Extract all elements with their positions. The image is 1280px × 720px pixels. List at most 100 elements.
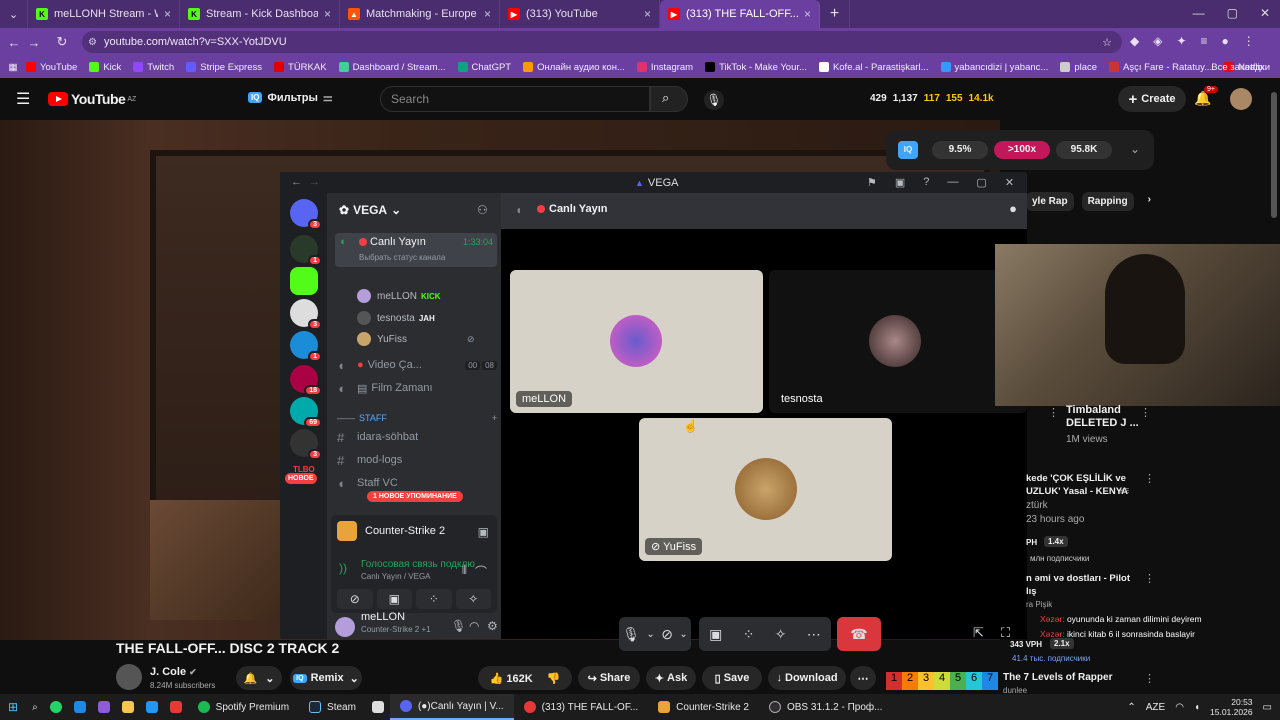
- more-vert-icon[interactable]: ⋮: [1048, 406, 1059, 419]
- more-actions-button[interactable]: ⋯: [850, 666, 876, 690]
- mic-icon[interactable]: 🎙: [704, 90, 724, 110]
- close-icon[interactable]: ×: [804, 7, 811, 21]
- help-icon[interactable]: ?: [923, 176, 929, 189]
- maximize-icon[interactable]: ▢: [976, 176, 986, 189]
- bookmark-audio[interactable]: Онлайн аудио кон...: [523, 62, 625, 73]
- server-header[interactable]: ✿ VEGA ⌄: [339, 203, 401, 217]
- browser-tab-4[interactable]: ▶ (313) YouTube ×: [500, 0, 660, 28]
- channel-staff-vc[interactable]: ◖ Staff VC: [337, 473, 497, 493]
- voice-user-tesnosta[interactable]: tesnosta JAH: [357, 309, 435, 327]
- server-6[interactable]: 69: [290, 397, 322, 428]
- search-icon[interactable]: ⌕: [26, 694, 44, 720]
- download-button[interactable]: ↓ Download: [768, 666, 846, 690]
- bookmark-chatgpt[interactable]: ChatGPT: [457, 62, 511, 73]
- bookmark-yabanci[interactable]: yabancıdizi | yabanc...: [940, 62, 1048, 73]
- bookmark-tiktok[interactable]: TikTok - Make Your...: [705, 62, 807, 73]
- noise-icon[interactable]: ⦀: [462, 563, 467, 578]
- more-vert-icon[interactable]: ⋮: [1140, 406, 1151, 419]
- browser-tab-3[interactable]: ▲Matchmaking - Europe 5v5 Qu×: [340, 0, 500, 28]
- mention-badge[interactable]: 1 НОВОЕ УПОМИНАНИЕ: [367, 491, 463, 502]
- video-tile-tesnosta[interactable]: tesnosta: [769, 270, 1027, 413]
- folder-icon[interactable]: [116, 694, 140, 720]
- more-icon[interactable]: ⋯: [807, 626, 821, 643]
- save-button[interactable]: ▯ Save: [702, 666, 762, 690]
- ask-button[interactable]: ✦ Ask: [646, 666, 696, 690]
- reload-icon[interactable]: ↻: [52, 34, 72, 50]
- channel-canli-yayin[interactable]: ◖ Canlı Yayın 1:33:04 Выбрать статус кан…: [335, 233, 497, 267]
- puzzle-icon[interactable]: ✦: [1176, 34, 1186, 48]
- filter-button[interactable]: IQ Фильтры ⚌: [248, 91, 333, 104]
- chip-2[interactable]: Rapping: [1081, 192, 1134, 211]
- store-icon[interactable]: [140, 694, 164, 720]
- bookmark-dashboard[interactable]: Dashboard / Stream...: [338, 62, 446, 73]
- popout-icon[interactable]: ⇱: [973, 625, 984, 641]
- taskbar-steam[interactable]: Steam: [299, 694, 366, 720]
- menu-icon[interactable]: ⋮: [1243, 34, 1255, 48]
- explorer-icon[interactable]: [68, 694, 92, 720]
- forward-icon[interactable]: →: [24, 35, 44, 50]
- soundboard-icon[interactable]: ✧: [455, 589, 491, 609]
- youtube-logo[interactable]: YouTube AZ: [48, 91, 136, 107]
- bookmark-star-icon[interactable]: ☆: [1102, 36, 1112, 49]
- whatsapp-icon[interactable]: [44, 694, 68, 720]
- bookmark-turkak[interactable]: TÜRKAK: [274, 62, 327, 73]
- all-bookmarks[interactable]: Все закладки: [1211, 62, 1270, 73]
- chevron-down-icon[interactable]: ⌄: [646, 629, 654, 640]
- mic-icon[interactable]: 🎙: [622, 626, 640, 643]
- chevron-up-icon[interactable]: ⌃: [1127, 702, 1135, 713]
- bookmark-twitch[interactable]: Twitch: [133, 62, 174, 73]
- profile-avatar[interactable]: ●: [1222, 34, 1229, 48]
- browser-tab-2[interactable]: K Stream - Kick Dashboard ×: [180, 0, 340, 28]
- close-icon[interactable]: ×: [644, 7, 651, 21]
- pin-icon[interactable]: ⚑: [867, 176, 877, 189]
- voice-user-yufiss[interactable]: YuFiss ⊘: [357, 330, 475, 348]
- chevron-down-icon[interactable]: ⌄: [679, 629, 687, 640]
- screen-icon[interactable]: ▣: [895, 176, 905, 189]
- server-4[interactable]: 1: [290, 331, 322, 362]
- dislike-button[interactable]: 👎: [547, 672, 561, 685]
- chevron-right-icon[interactable]: ›: [1142, 192, 1157, 211]
- discord-home-icon[interactable]: 3: [290, 199, 322, 230]
- category-staff[interactable]: —— STAFF +: [337, 408, 497, 428]
- taskbar-chrome[interactable]: (313) THE FALL-OF...: [514, 694, 649, 720]
- new-badge[interactable]: НОВОЕ: [285, 473, 317, 484]
- recorder-icon[interactable]: [164, 694, 188, 720]
- back-icon[interactable]: ←: [4, 35, 24, 50]
- server-vega[interactable]: 1: [290, 235, 322, 266]
- search-button[interactable]: ⌕: [650, 86, 688, 112]
- playlist-icon[interactable]: ≡: [1201, 34, 1208, 48]
- close-icon[interactable]: ×: [164, 7, 171, 21]
- avatar[interactable]: [1230, 88, 1252, 110]
- bookmark-instagram[interactable]: Instagram: [636, 62, 693, 73]
- clock[interactable]: 20:53 15.01.2026: [1210, 697, 1253, 717]
- channel-video-cat[interactable]: ◖ ● Video Ça... 00 08: [337, 355, 497, 375]
- plus-icon[interactable]: +: [492, 413, 497, 423]
- channel-name[interactable]: J. Cole ✔: [150, 666, 197, 678]
- create-button[interactable]: + Create: [1118, 86, 1186, 112]
- server-kick[interactable]: [290, 267, 318, 295]
- chevron-down-icon[interactable]: ⌄: [1130, 142, 1140, 156]
- shield-icon[interactable]: ◆: [1130, 34, 1139, 48]
- bookmark-youtube[interactable]: YouTube: [26, 62, 77, 73]
- hamburger-menu-icon[interactable]: ☰: [16, 89, 30, 109]
- close-icon[interactable]: ✕: [1005, 176, 1014, 189]
- chat-icon[interactable]: ●: [1009, 201, 1017, 216]
- tab-search-menu[interactable]: ⌄: [0, 0, 28, 28]
- status-hint[interactable]: Выбрать статус канала: [359, 253, 445, 262]
- video-tile-mellon[interactable]: meLLON: [510, 270, 763, 413]
- server-7[interactable]: 3: [290, 429, 322, 460]
- page-scrollbar[interactable]: [1271, 92, 1277, 218]
- close-window-icon[interactable]: ✕: [1260, 6, 1270, 20]
- apps-grid-icon[interactable]: ▦: [0, 62, 26, 73]
- subscribed-bell-button[interactable]: 🔔 ⌄: [236, 666, 282, 690]
- camera-off-icon[interactable]: ⊘: [337, 589, 373, 609]
- screen-share-icon[interactable]: ▣: [709, 626, 722, 643]
- soundboard-icon[interactable]: ✧: [775, 626, 787, 643]
- notification-icon[interactable]: ▭: [1263, 702, 1272, 713]
- mic-icon[interactable]: 🎙: [451, 619, 466, 633]
- bookmark-ratatuy[interactable]: Aşçı Fare - Ratatuy...: [1109, 62, 1212, 73]
- channel-idara-sohbat[interactable]: # idara-söhbat: [337, 427, 497, 447]
- channel-avatar[interactable]: [116, 664, 142, 690]
- taskbar-cs2[interactable]: Counter-Strike 2: [648, 694, 759, 720]
- taskbar-obs[interactable]: OBS 31.1.2 - Проф...: [759, 694, 892, 720]
